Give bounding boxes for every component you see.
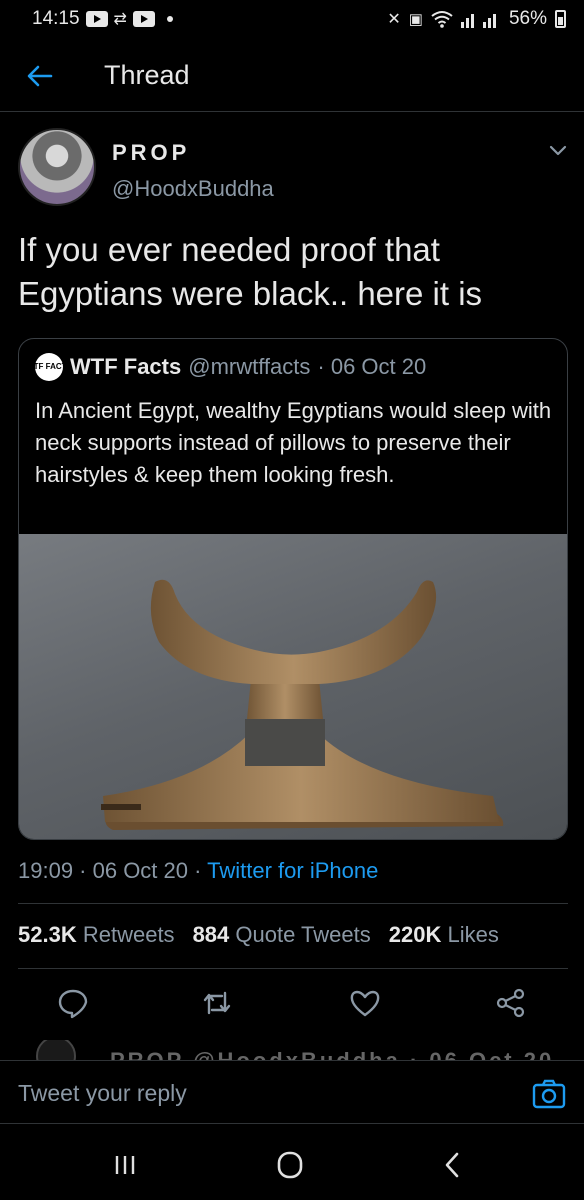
youtube-notification-icon [85, 11, 108, 27]
quoted-tweet[interactable]: WTF FACTS WTF Facts @mrwtffacts · 06 Oct… [18, 338, 568, 840]
likes-label: Likes [447, 922, 499, 947]
back-nav-icon[interactable] [436, 1150, 470, 1180]
retweet-notification-icon: ⇄ [113, 11, 127, 28]
quotes-stat[interactable]: 884 Quote Tweets [193, 922, 371, 948]
likes-count: 220K [388, 922, 442, 947]
status-time: 14:15 [32, 8, 80, 29]
next-reply-peek: PROP @HoodxBuddha · 06 Oct 20 [0, 1040, 584, 1060]
quoted-author-handle: @mrwtffacts [188, 354, 311, 379]
avatar[interactable] [18, 128, 96, 206]
retweets-stat[interactable]: 52.3K Retweets [18, 922, 175, 948]
mute-icon: ✕ [387, 11, 401, 28]
share-icon[interactable] [494, 986, 528, 1020]
battery-percent: 56% [508, 8, 547, 29]
system-nav-bar [0, 1130, 584, 1200]
tweet-source-link[interactable]: Twitter for iPhone [207, 858, 378, 883]
quoted-author-name: WTF Facts [70, 354, 182, 379]
back-button[interactable] [20, 56, 60, 96]
quotes-label: Quote Tweets [235, 922, 371, 947]
quoted-date: · 06 Oct 20 [317, 354, 427, 379]
retweets-label: Retweets [82, 922, 175, 947]
signal-icon [460, 14, 496, 28]
page-title: Thread [104, 60, 190, 90]
thread-header: Thread [0, 40, 584, 112]
tweet-timestamp: 19:09 · 06 Oct 20 · Twitter for iPhone [18, 858, 378, 884]
tweet-actions [0, 980, 584, 1028]
reply-bar [0, 1060, 584, 1124]
tweet-text: If you ever needed proof that Egyptians … [18, 231, 483, 312]
recents-icon[interactable] [108, 1150, 142, 1180]
youtube-notification-icon-2 [132, 11, 155, 27]
likes-stat[interactable]: 220K Likes [389, 922, 499, 948]
quoted-tweet-text: In Ancient Egypt, wealthy Egyptians woul… [35, 398, 552, 487]
chevron-down-icon[interactable] [548, 144, 568, 158]
home-icon[interactable] [273, 1150, 307, 1180]
author-handle[interactable]: @HoodxBuddha [112, 176, 274, 202]
retweets-count: 52.3K [18, 922, 77, 947]
lock-icon: ▣ [408, 11, 423, 28]
retweet-icon[interactable] [200, 986, 234, 1020]
like-icon[interactable] [348, 986, 382, 1020]
divider [18, 903, 568, 904]
status-bar: 14:15 ⇄ ✕ ▣ 56% [0, 0, 584, 38]
back-arrow-icon [27, 65, 53, 86]
reply-input[interactable] [18, 1077, 498, 1109]
wifi-icon [431, 11, 453, 28]
timestamp-text: 19:09 · 06 Oct 20 · [18, 858, 208, 883]
quoted-avatar: WTF FACTS [26, 353, 72, 381]
tweet-stats: 52.3K Retweets 884 Quote Tweets 220K Lik… [18, 922, 499, 948]
reply-avatar [36, 1040, 76, 1060]
reply-icon[interactable] [56, 986, 90, 1020]
battery-icon [555, 10, 566, 28]
more-notifications-dot [166, 16, 173, 22]
divider [18, 968, 568, 969]
quoted-tweet-image[interactable] [19, 534, 567, 839]
author-name[interactable]: PROP [112, 140, 190, 166]
headrest-illustration [101, 579, 504, 830]
quotes-count: 884 [192, 922, 230, 947]
camera-icon[interactable] [532, 1079, 566, 1109]
quoted-tweet-header: WTF FACTS WTF Facts @mrwtffacts · 06 Oct… [26, 353, 427, 381]
reply-peek-text: PROP @HoodxBuddha · 06 Oct 20 [110, 1048, 554, 1060]
